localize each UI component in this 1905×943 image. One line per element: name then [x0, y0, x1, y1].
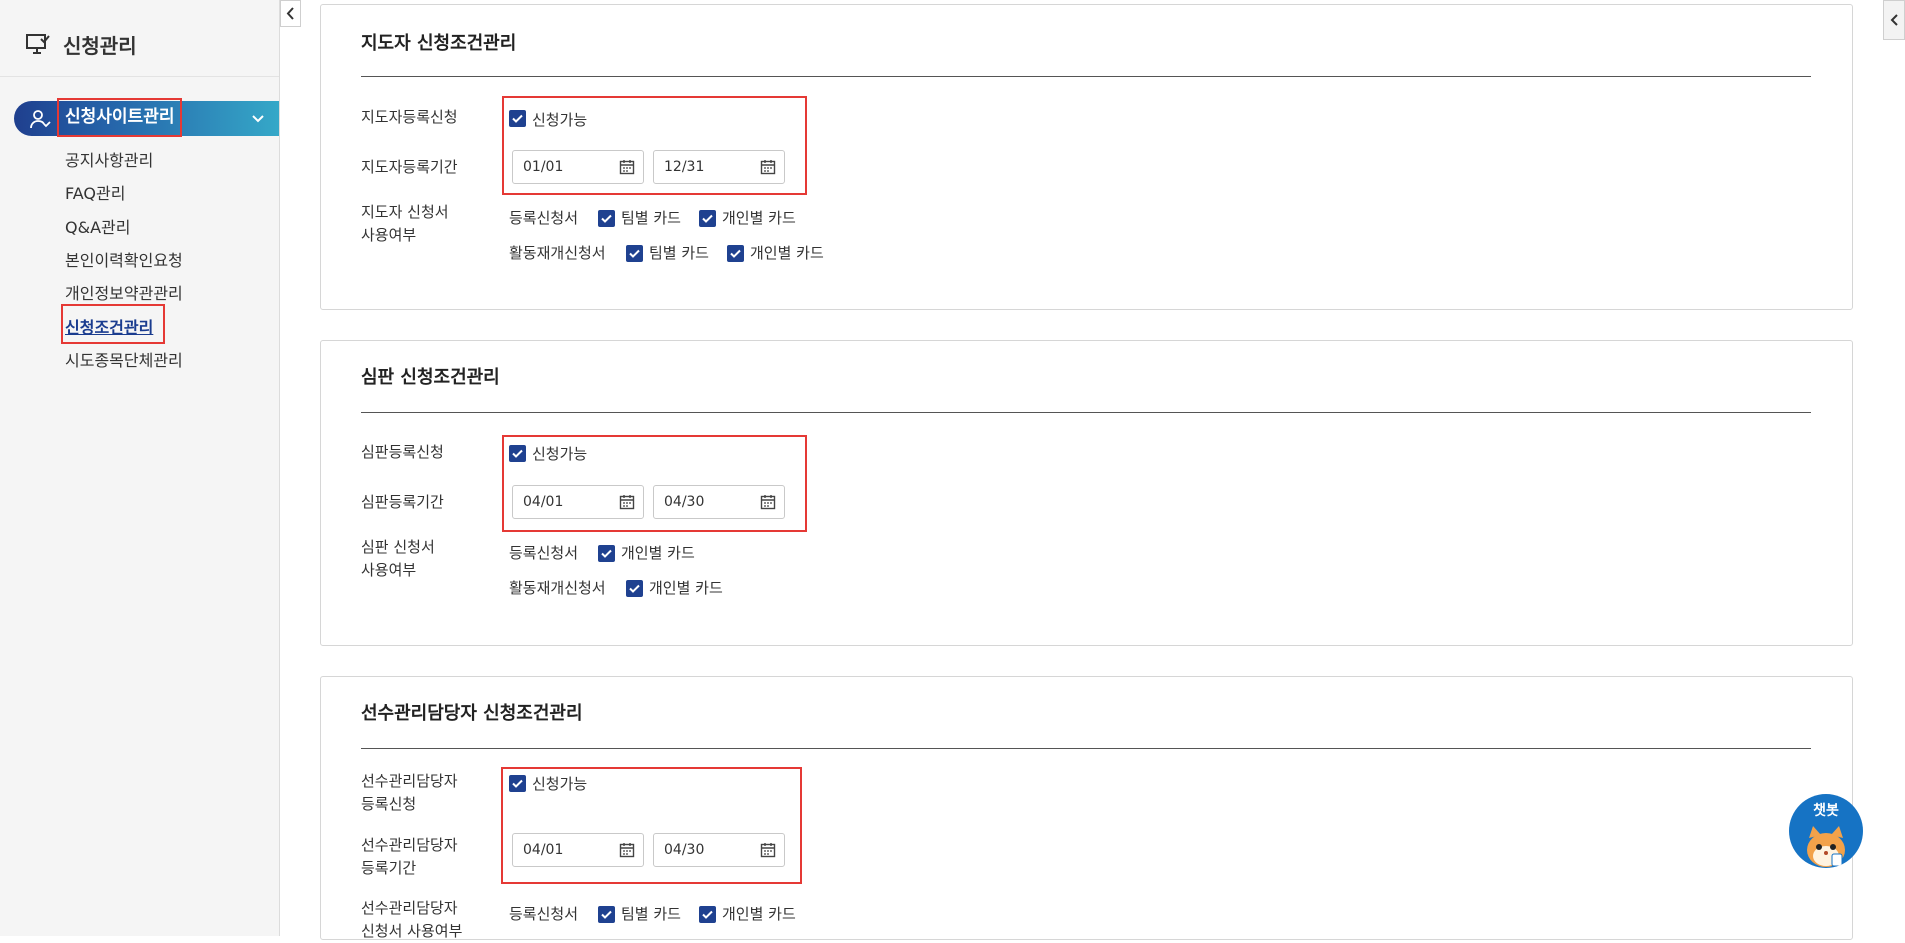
divider: [361, 76, 1811, 77]
highlight-box: [61, 304, 165, 344]
menu-application-site-label: 신청사이트관리: [57, 98, 183, 137]
period-label: 지도자등록기간: [361, 158, 458, 176]
panel-instructor: 지도자 신청조건관리 지도자등록신청 신청가능 지도자등록기간 01/01 12…: [320, 4, 1853, 310]
chevron-left-icon: [1890, 14, 1898, 26]
period-label: 선수관리담당자: [361, 836, 458, 854]
panel-title: 지도자 신청조건관리: [361, 33, 517, 54]
sidebar-item-sports-org[interactable]: 시도종목단체관리: [65, 347, 183, 371]
monitor-check-icon: [26, 34, 50, 54]
reg-form-personal-card-checkbox[interactable]: [699, 210, 716, 227]
personal-card-label: 개인별 카드: [722, 905, 796, 923]
team-card-label: 팀별 카드: [649, 244, 709, 262]
reg-form-label: 등록신청서: [509, 209, 579, 227]
sidebar-title: 신청관리: [63, 34, 137, 58]
divider: [361, 412, 1811, 413]
chevron-left-icon: [286, 7, 294, 20]
user-check-icon: [30, 110, 51, 129]
highlight-box: [502, 96, 807, 195]
reg-form-label: 등록신청서: [509, 905, 579, 923]
reg-form-personal-card-checkbox[interactable]: [699, 906, 716, 923]
renew-form-label: 활동재개신청서: [509, 579, 606, 597]
panel-referee: 심판 신청조건관리 심판등록신청 신청가능 심판등록기간 04/01 04/30…: [320, 340, 1853, 646]
sidebar-header: 신청관리: [0, 0, 279, 77]
personal-card-label: 개인별 카드: [750, 244, 824, 262]
period-label-2: 등록기간: [361, 859, 417, 877]
renew-form-personal-card-checkbox[interactable]: [727, 245, 744, 262]
chatbot-mascot-icon: [1807, 826, 1845, 867]
usage-label-2: 사용여부: [361, 561, 417, 579]
period-label: 심판등록기간: [361, 493, 444, 511]
reg-form-team-card-checkbox[interactable]: [598, 210, 615, 227]
reg-form-team-card-checkbox[interactable]: [598, 906, 615, 923]
chatbot-button[interactable]: 챗봇: [1789, 794, 1863, 868]
divider: [361, 748, 1811, 749]
right-panel-toggle-button[interactable]: [1883, 0, 1905, 40]
sidebar-item-qna[interactable]: Q&A관리: [65, 214, 130, 238]
chatbot-label: 챗봇: [1813, 803, 1839, 819]
personal-card-label: 개인별 카드: [649, 579, 723, 597]
sidebar-item-privacy-terms[interactable]: 개인정보약관관리: [65, 280, 183, 304]
panel-title: 심판 신청조건관리: [361, 367, 500, 388]
panel-player-manager: 선수관리담당자 신청조건관리 선수관리담당자 등록신청 신청가능 선수관리담당자…: [320, 676, 1853, 940]
highlight-box: [502, 435, 807, 532]
usage-label-2: 신청서 사용여부: [361, 922, 463, 940]
sidebar: 신청관리 신청사이트관리 공지사항관리 FAQ관리 Q&A관리 본인이력확인요청…: [0, 0, 280, 936]
reg-form-label: 등록신청서: [509, 544, 579, 562]
panel-title: 선수관리담당자 신청조건관리: [361, 703, 583, 724]
usage-label: 선수관리담당자: [361, 899, 458, 917]
reg-label-2: 등록신청: [361, 795, 417, 813]
team-card-label: 팀별 카드: [621, 905, 681, 923]
sidebar-item-notice[interactable]: 공지사항관리: [65, 147, 153, 171]
sidebar-item-history-request[interactable]: 본인이력확인요청: [65, 247, 183, 271]
renew-form-team-card-checkbox[interactable]: [626, 245, 643, 262]
reg-label: 지도자등록신청: [361, 108, 458, 126]
reg-label: 심판등록신청: [361, 443, 444, 461]
renew-form-label: 활동재개신청서: [509, 244, 606, 262]
chevron-down-icon[interactable]: [251, 112, 265, 126]
usage-label: 지도자 신청서: [361, 203, 449, 221]
sidebar-collapse-button[interactable]: [280, 0, 301, 27]
menu-application-site[interactable]: 신청사이트관리: [14, 98, 279, 137]
personal-card-label: 개인별 카드: [621, 544, 695, 562]
usage-label-2: 사용여부: [361, 226, 417, 244]
personal-card-label: 개인별 카드: [722, 209, 796, 227]
reg-form-personal-card-checkbox[interactable]: [598, 545, 615, 562]
highlight-box: [501, 767, 802, 884]
team-card-label: 팀별 카드: [621, 209, 681, 227]
renew-form-personal-card-checkbox[interactable]: [626, 580, 643, 597]
sidebar-item-faq[interactable]: FAQ관리: [65, 180, 125, 204]
usage-label: 심판 신청서: [361, 538, 435, 556]
reg-label: 선수관리담당자: [361, 772, 458, 790]
